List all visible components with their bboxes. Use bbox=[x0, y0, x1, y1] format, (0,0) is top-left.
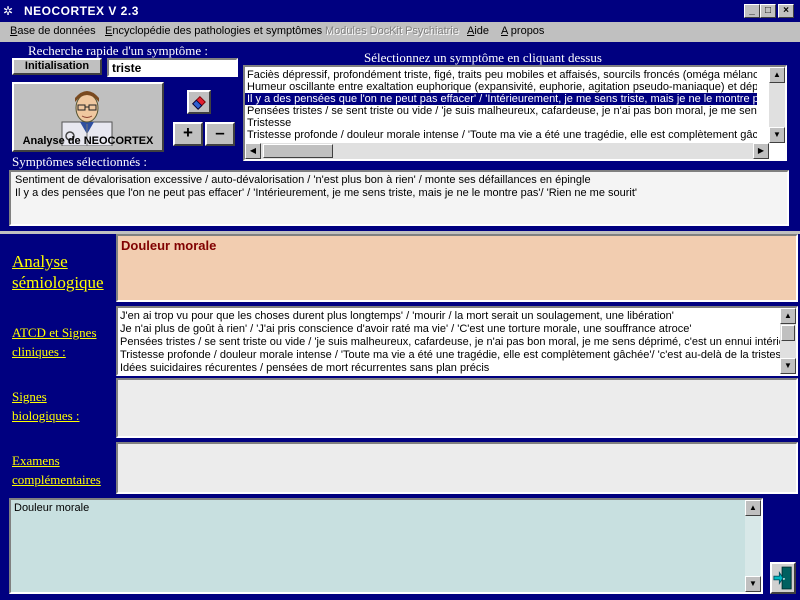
scroll-down-icon[interactable]: ▼ bbox=[745, 576, 761, 592]
exams-panel bbox=[116, 442, 798, 494]
scroll-left-icon[interactable]: ◀ bbox=[245, 143, 261, 159]
initialisation-button[interactable]: Initialisation bbox=[12, 58, 102, 75]
menu-encyclopedie[interactable]: Encyclopédie des pathologies et symptôme… bbox=[105, 25, 322, 37]
selected-item[interactable]: Sentiment de dévalorisation excessive / … bbox=[13, 174, 785, 187]
plus-button[interactable]: + bbox=[173, 122, 203, 146]
semiology-label[interactable]: Analyse sémiologique bbox=[12, 251, 104, 293]
picker-heading: Sélectionnez un symptôme en cliquant des… bbox=[364, 50, 602, 65]
list-item: Pensées tristes / se sent triste ou vide… bbox=[120, 336, 780, 348]
list-item: Idées suicidaires récurentes / pensées d… bbox=[120, 362, 490, 374]
list-item: Je n'ai plus de goût à rien' / 'J'ai pri… bbox=[120, 323, 692, 335]
scroll-up-icon[interactable]: ▲ bbox=[780, 308, 796, 324]
menu-aide[interactable]: Aide bbox=[467, 25, 489, 37]
eraser-button[interactable] bbox=[187, 90, 211, 114]
main-area: Recherche rapide d'un symptôme : Initial… bbox=[0, 42, 800, 600]
title-bar[interactable]: ✲ NEOCORTEX V 2.3 _ □ × bbox=[0, 0, 800, 22]
exit-door-icon bbox=[773, 566, 792, 590]
hscroll-thumb[interactable] bbox=[263, 144, 333, 158]
list-item[interactable]: Tristesse profonde / douleur morale inte… bbox=[245, 129, 757, 141]
atcd-rows: J'en ai trop vu pour que les choses dure… bbox=[120, 310, 780, 374]
exams-label[interactable]: Examens complémentaires bbox=[12, 451, 101, 489]
list-item[interactable]: Pensées tristes / se sent triste ou vide… bbox=[245, 105, 757, 117]
atcd-panel[interactable]: J'en ai trop vu pour que les choses dure… bbox=[116, 306, 798, 376]
scroll-down-icon[interactable]: ▼ bbox=[769, 127, 785, 143]
eraser-icon bbox=[192, 95, 206, 110]
vscroll-thumb[interactable] bbox=[781, 325, 795, 341]
picker-vscroll[interactable]: ▲ ▼ bbox=[769, 67, 785, 143]
selected-symptoms-list[interactable]: Sentiment de dévalorisation excessive / … bbox=[9, 170, 789, 226]
list-item-selected[interactable]: Il y a des pensées que l'on ne peut pas … bbox=[245, 93, 757, 105]
search-input[interactable]: triste bbox=[107, 58, 238, 77]
minus-button[interactable]: – bbox=[205, 122, 235, 146]
symptom-picker-rows: Faciès dépressif, profondément triste, f… bbox=[245, 69, 757, 141]
close-button[interactable]: × bbox=[778, 4, 794, 18]
scroll-down-icon[interactable]: ▼ bbox=[780, 358, 796, 374]
scroll-up-icon[interactable]: ▲ bbox=[745, 500, 761, 516]
analyse-neocortex-button[interactable]: Analyse de NEOCORTEX bbox=[12, 82, 164, 152]
menu-a-propos[interactable]: A propos bbox=[501, 25, 544, 37]
atcd-vscroll[interactable]: ▲ ▼ bbox=[780, 308, 796, 374]
bio-panel bbox=[116, 378, 798, 438]
list-item[interactable]: Faciès dépressif, profondément triste, f… bbox=[245, 69, 757, 81]
maximize-button[interactable]: □ bbox=[760, 4, 776, 18]
list-item[interactable]: Humeur oscillante entre exaltation eupho… bbox=[245, 81, 757, 93]
menu-bar: Base de données Encyclopédie des patholo… bbox=[0, 22, 800, 42]
analyse-neocortex-label: Analyse de NEOCORTEX bbox=[22, 135, 154, 147]
notes-text: Douleur morale bbox=[14, 502, 90, 514]
notes-vscroll[interactable]: ▲ ▼ bbox=[745, 500, 761, 592]
exit-button[interactable] bbox=[770, 562, 796, 594]
scroll-right-icon[interactable]: ▶ bbox=[753, 143, 769, 159]
semiology-panel: Douleur morale bbox=[116, 234, 798, 302]
window-title: NEOCORTEX V 2.3 bbox=[24, 4, 139, 18]
scroll-up-icon[interactable]: ▲ bbox=[769, 67, 785, 83]
search-heading: Recherche rapide d'un symptôme : bbox=[28, 43, 208, 58]
list-item[interactable]: Tristesse bbox=[245, 117, 757, 129]
symptom-picker-list[interactable]: Faciès dépressif, profondément triste, f… bbox=[243, 65, 787, 161]
notes-textarea[interactable]: Douleur morale ▲ ▼ bbox=[9, 498, 763, 594]
bio-label[interactable]: Signes biologiques : bbox=[12, 387, 80, 425]
minimize-button[interactable]: _ bbox=[744, 4, 760, 18]
menu-base-de-donnees[interactable]: Base de données bbox=[10, 25, 96, 37]
selected-item[interactable]: Il y a des pensées que l'on ne peut pas … bbox=[13, 187, 785, 200]
app-icon: ✲ bbox=[3, 4, 14, 18]
picker-hscroll[interactable]: ◀ ▶ bbox=[245, 143, 769, 159]
menu-modules-dockit: Modules DocKit Psychiatrie bbox=[325, 25, 459, 37]
selected-heading: Symptômes sélectionnés : bbox=[12, 154, 148, 169]
atcd-label[interactable]: ATCD et Signes cliniques : bbox=[12, 323, 97, 361]
list-item: J'en ai trop vu pour que les choses dure… bbox=[120, 310, 674, 322]
list-item: Tristesse profonde / douleur morale inte… bbox=[120, 349, 780, 361]
semiology-result: Douleur morale bbox=[121, 238, 217, 253]
